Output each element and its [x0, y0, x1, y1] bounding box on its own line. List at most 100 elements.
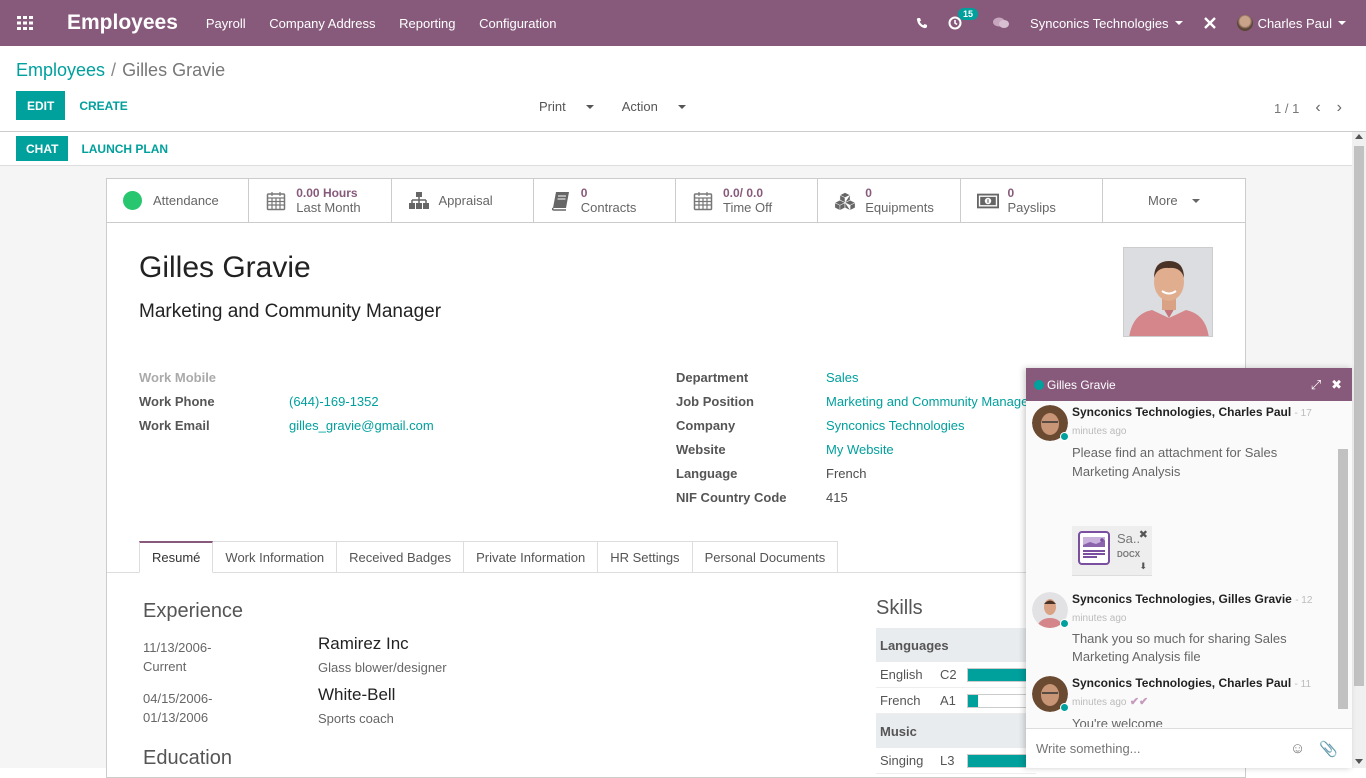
pager-next-button[interactable]: › [1337, 99, 1342, 117]
skill-name: English [880, 667, 923, 682]
message-text: You're welcome [1072, 716, 1163, 727]
department-label: Department [676, 369, 749, 385]
language-label: Language [676, 465, 738, 481]
online-status-icon [1060, 432, 1069, 441]
breadcrumb-employees[interactable]: Employees [16, 60, 105, 80]
resume-line[interactable]: 11/13/2006- Current Ramirez Inc Glass bl… [143, 634, 447, 676]
work-fields: Department Sales Job Position Marketing an… [676, 365, 1033, 509]
resume-start-date: 11/13/2006- [143, 640, 212, 655]
emoji-icon[interactable]: ☺ [1290, 740, 1305, 757]
more-button[interactable]: More [1103, 179, 1245, 222]
equipments-button[interactable]: 0 Equipments [818, 179, 961, 222]
chat-button[interactable]: CHAT [16, 136, 69, 161]
action-label: Action [621, 99, 658, 114]
work-email-value[interactable]: gilles_gravie@gmail.com [289, 418, 434, 433]
edit-button[interactable]: EDIT [16, 91, 66, 120]
print-dropdown[interactable]: Print [539, 99, 608, 114]
caret-down-icon [1191, 198, 1200, 203]
phone-button[interactable] [916, 17, 928, 29]
skill-level: L3 [940, 753, 955, 768]
form-notebook-tabs: Resumé Work Information Received Badges … [139, 541, 839, 573]
employee-photo[interactable] [1123, 247, 1213, 337]
tab-private-information[interactable]: Private Information [464, 541, 599, 573]
work-mobile-label: Work Mobile [139, 369, 217, 385]
activity-button[interactable]: 15 [948, 8, 979, 30]
skill-row[interactable]: French A1 [876, 688, 1036, 714]
breadcrumb: Employees / Gilles Gravie [16, 60, 225, 81]
attendance-label: Attendance [153, 193, 219, 208]
scroll-down-arrow-icon[interactable] [1355, 759, 1363, 764]
contracts-button[interactable]: 0 Contracts [534, 179, 676, 222]
time-off-label: Time Off [723, 200, 773, 215]
company-value[interactable]: Synconics Technologies [826, 418, 965, 433]
hours-last-month-button[interactable]: 0.00 Hours Last Month [249, 179, 392, 222]
skill-row[interactable]: English C2 [876, 662, 1036, 688]
menu-payroll[interactable]: Payroll [206, 16, 246, 31]
grid-icon [17, 16, 33, 30]
tab-work-information[interactable]: Work Information [213, 541, 338, 573]
chat-header[interactable]: Gilles Gravie ⤢ ✖ [1026, 368, 1352, 401]
language-value: French [826, 465, 867, 481]
resume-line[interactable]: 04/15/2006- 01/13/2006 White-Bell Sports… [143, 685, 395, 727]
time-off-button[interactable]: 0.0/ 0.0 Time Off [676, 179, 819, 222]
department-value[interactable]: Sales [826, 370, 859, 385]
remove-attachment-icon[interactable]: ✖ [1139, 528, 1148, 541]
launch-plan-button[interactable]: LAUNCH PLAN [68, 134, 181, 163]
message-text: Thank you so much for sharing Sales Mark… [1072, 631, 1287, 664]
resume-role: Sports coach [318, 711, 394, 726]
sitemap-icon [408, 190, 430, 212]
online-status-icon [1060, 703, 1069, 712]
tab-resume[interactable]: Resumé [139, 541, 214, 573]
appraisal-button[interactable]: Appraisal [392, 179, 534, 222]
payslips-button[interactable]: 0 Payslips [961, 179, 1103, 222]
tab-personal-documents[interactable]: Personal Documents [692, 541, 839, 573]
pager: 1 / 1 ‹ › [1274, 99, 1342, 117]
attachment-card[interactable]: Sa.. DOCX ✖ ⬇ [1072, 526, 1152, 576]
skill-level: C2 [940, 667, 957, 682]
attendance-button[interactable]: Attendance [107, 179, 250, 222]
field-nif-country-code: NIF Country Code 415 [676, 485, 1033, 509]
scrollbar-thumb[interactable] [1354, 146, 1364, 686]
field-language: Language French [676, 461, 1033, 485]
action-dropdown[interactable]: Action [622, 99, 700, 114]
chat-scrollbar-thumb[interactable] [1338, 449, 1348, 709]
field-work-phone: Work Phone (644)-169-1352 [139, 389, 434, 413]
create-button[interactable]: CREATE [65, 91, 141, 120]
close-icon[interactable]: ✖ [1331, 377, 1342, 393]
menu-reporting[interactable]: Reporting [399, 16, 455, 31]
employee-job-title: Marketing and Community Manager [139, 301, 442, 322]
debug-tools-button[interactable] [1203, 16, 1217, 30]
field-website: Website My Website [676, 437, 1033, 461]
apps-menu-button[interactable] [0, 0, 50, 46]
tab-received-badges[interactable]: Received Badges [337, 541, 465, 573]
paperclip-icon[interactable]: 📎 [1319, 740, 1338, 758]
skill-row[interactable]: Singing L3 [876, 748, 1036, 774]
menu-company-address[interactable]: Company Address [269, 16, 375, 31]
work-phone-value[interactable]: (644)-169-1352 [289, 394, 379, 409]
skill-group-header: Music [876, 714, 1036, 748]
sidebar-actions: Print Action [539, 99, 714, 114]
breadcrumb-separator: / [111, 60, 117, 80]
pager-previous-button[interactable]: ‹ [1315, 99, 1320, 117]
company-label: Company [676, 417, 736, 433]
messaging-button[interactable] [992, 16, 1010, 30]
message-time-suffix: minutes ago [1072, 697, 1127, 708]
job-position-value[interactable]: Marketing and Community Manager [826, 394, 1033, 409]
download-icon[interactable]: ⬇ [1139, 561, 1147, 572]
user-menu[interactable]: Charles Paul [1236, 15, 1346, 31]
cubes-icon [834, 190, 856, 212]
chat-message-input[interactable] [1036, 741, 1290, 756]
expand-icon[interactable]: ⤢ [1311, 377, 1321, 393]
caret-down-icon [1338, 21, 1346, 25]
website-value[interactable]: My Website [826, 442, 894, 457]
tab-hr-settings[interactable]: HR Settings [598, 541, 693, 573]
scroll-up-arrow-icon[interactable] [1355, 134, 1363, 139]
print-label: Print [539, 99, 566, 114]
chat-scrollbar[interactable] [1338, 401, 1348, 727]
menu-configuration[interactable]: Configuration [479, 16, 556, 31]
chat-message: Synconics Technologies, Charles Paul - 1… [1032, 674, 1332, 727]
pager-value[interactable]: 1 / 1 [1274, 101, 1299, 116]
page-scrollbar[interactable] [1352, 132, 1366, 768]
form-buttons: EDIT CREATE [16, 91, 142, 120]
company-switcher[interactable]: Synconics Technologies [1030, 16, 1183, 31]
